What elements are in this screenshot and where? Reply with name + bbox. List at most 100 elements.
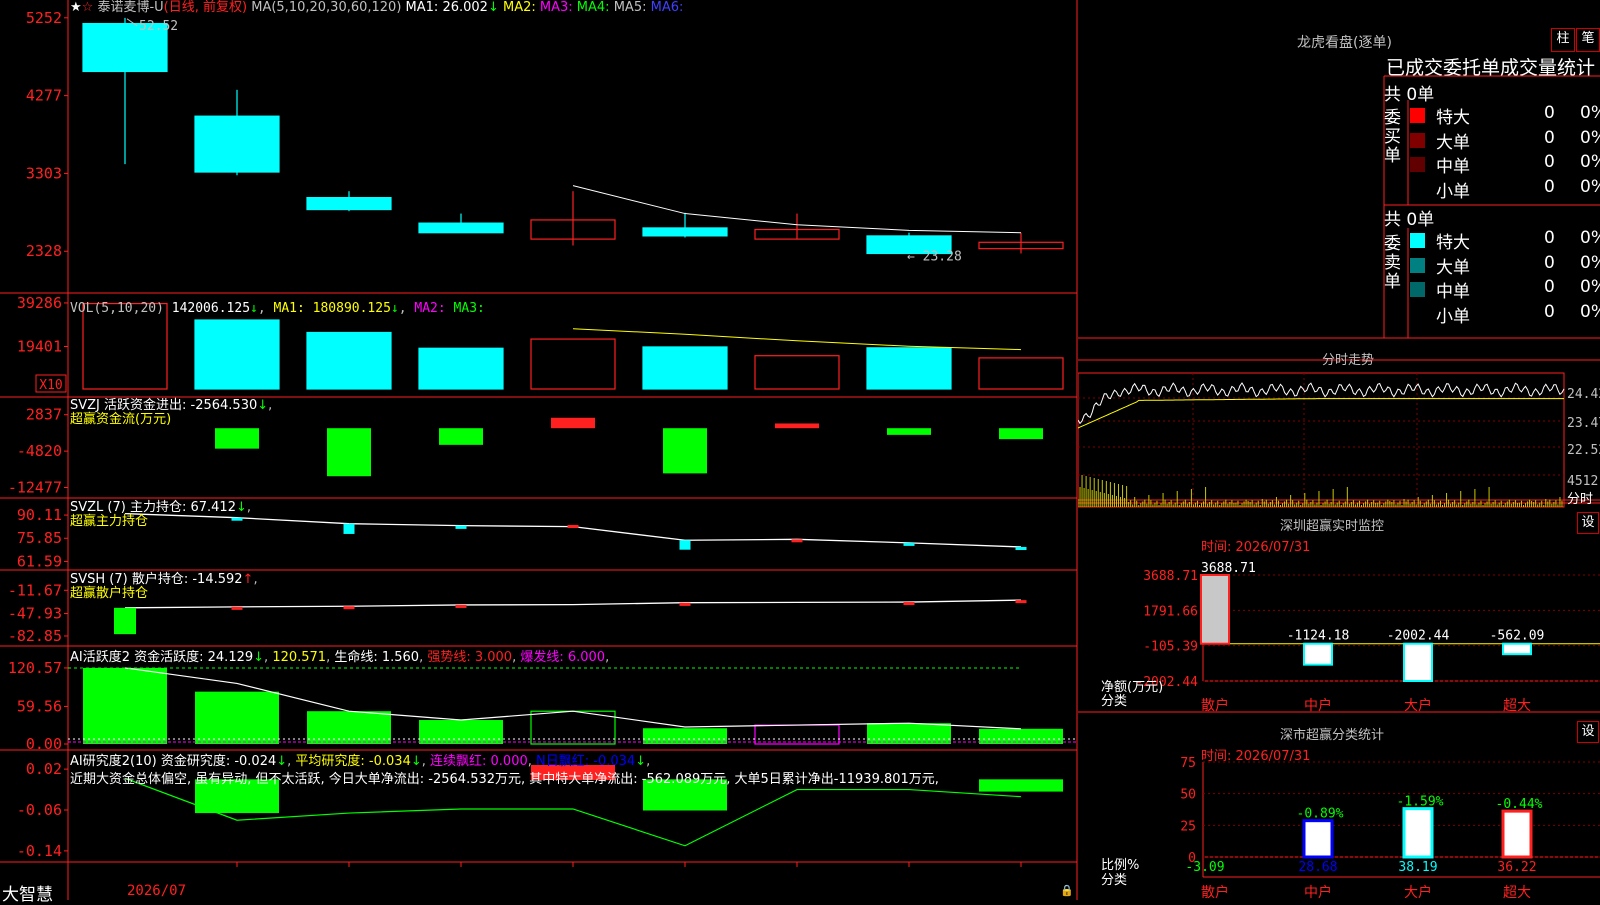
- monitor-ylabel: 净额(万元) 分类: [1101, 681, 1163, 709]
- flow-bar[interactable]: [663, 428, 707, 474]
- flow-bar[interactable]: [215, 428, 259, 449]
- flow-bar[interactable]: [999, 428, 1043, 440]
- activity-bar[interactable]: [195, 691, 279, 744]
- y-tick-label: -11.67: [8, 581, 62, 599]
- volume-bar[interactable]: [306, 331, 392, 390]
- y-tick-label: -12477: [8, 479, 62, 497]
- monitor-settings-button[interactable]: 设: [1577, 512, 1599, 534]
- volume-bar[interactable]: [978, 357, 1064, 390]
- monitor-value-label: 3688.71: [1201, 561, 1256, 576]
- monitor-bar[interactable]: [1502, 642, 1532, 656]
- monitor-bar[interactable]: [1303, 642, 1333, 666]
- y-tick-label: 5252: [26, 9, 62, 27]
- svzj-label: SVZJ 活跃资金进出: -2564.530: [70, 398, 258, 413]
- holding-marker[interactable]: [1015, 600, 1027, 604]
- candle-body[interactable]: [194, 115, 280, 173]
- order-size-label: 小单: [1436, 306, 1470, 327]
- order-count: 0: [1544, 152, 1555, 172]
- candle-body[interactable]: [642, 227, 728, 237]
- classify-category-label: 超大: [1503, 885, 1531, 900]
- candle-body[interactable]: [306, 196, 392, 211]
- volume-bar[interactable]: [194, 319, 280, 390]
- brand-label[interactable]: 大智慧: [2, 880, 53, 905]
- buy-side-label: 委 买 单: [1384, 109, 1404, 166]
- svzl-sub: 超赢主力持仓: [70, 514, 149, 529]
- y-tick-label: 59.56: [17, 697, 62, 715]
- monitor-bar[interactable]: [1200, 574, 1230, 645]
- sell-side-char: 单: [1384, 272, 1401, 292]
- order-row: 大单 0 0%: [1384, 128, 1600, 153]
- flow-bar[interactable]: [439, 428, 483, 445]
- flow-bar[interactable]: [551, 417, 595, 429]
- candle-body[interactable]: [418, 222, 504, 234]
- buy-total: 共 0单: [1384, 85, 1435, 105]
- volume-scale-label: X10: [39, 378, 62, 393]
- classify-settings-button[interactable]: 设: [1577, 721, 1599, 743]
- order-color-swatch: [1410, 181, 1425, 197]
- holding-marker[interactable]: [679, 602, 691, 606]
- volume-bar[interactable]: [866, 347, 952, 390]
- holding-marker[interactable]: [455, 604, 467, 608]
- ai-research-lianxu: 连续飘红: 0.000: [430, 754, 528, 769]
- intraday-chart: 24.42 23.47 22.52 4512 分时: [1078, 372, 1600, 508]
- volume-bar[interactable]: [418, 347, 504, 390]
- intraday-avg-line: [1078, 398, 1564, 429]
- ai-research-n-arrow: ↓: [635, 754, 647, 769]
- research-bar[interactable]: [979, 779, 1063, 792]
- holding-marker[interactable]: [455, 525, 467, 529]
- intraday-price-line: [1078, 382, 1565, 425]
- activity-bar[interactable]: [83, 667, 167, 744]
- order-size-label: 大单: [1436, 132, 1470, 153]
- activity-bar[interactable]: [754, 724, 840, 745]
- ma1-value: MA1: 26.002: [405, 0, 488, 15]
- star-icon-red[interactable]: ☆: [82, 0, 94, 15]
- volume-bar[interactable]: [754, 355, 840, 390]
- monitor-bar[interactable]: [1403, 642, 1433, 682]
- order-size-label: 小单: [1436, 181, 1470, 202]
- star-icon[interactable]: ★: [70, 0, 82, 15]
- monitor-ylabel-1: 净额(万元): [1101, 680, 1164, 695]
- volume-bar[interactable]: [642, 346, 728, 390]
- svzl-header: SVZL (7) 主力持仓: 67.412↓, 超赢主力持仓: [70, 500, 252, 529]
- monitor-category-label: 散户: [1201, 697, 1229, 714]
- volume-bar[interactable]: [82, 302, 168, 390]
- y-tick-label: 120.57: [8, 659, 62, 677]
- holding-marker[interactable]: [903, 602, 915, 606]
- order-color-swatch: [1410, 306, 1425, 322]
- sell-side-char: 委: [1384, 234, 1401, 254]
- holding-marker[interactable]: [343, 606, 355, 610]
- holding-marker[interactable]: [791, 539, 803, 543]
- order-row: 特大 0 0%: [1384, 228, 1600, 253]
- flow-bar[interactable]: [887, 428, 931, 435]
- order-count: 0: [1544, 228, 1555, 248]
- order-percent: 0%: [1580, 301, 1600, 322]
- classify-ylabel-2: 分类: [1101, 873, 1128, 888]
- holding-marker[interactable]: [903, 542, 915, 546]
- y-tick-label: 75.85: [17, 529, 62, 547]
- flow-bar[interactable]: [327, 428, 371, 477]
- holding-marker[interactable]: [1015, 546, 1027, 551]
- ma5-label: MA5:: [613, 0, 647, 15]
- monitor-y-tick: 3688.71: [1143, 569, 1198, 584]
- volume-bar[interactable]: [530, 338, 616, 390]
- holding-marker[interactable]: [231, 606, 243, 610]
- classify-bar[interactable]: [1302, 819, 1334, 859]
- holding-marker[interactable]: [679, 540, 691, 550]
- order-color-swatch: [1410, 132, 1425, 148]
- monitor-chart: 3688.71 1791.66 -105.39 -2002.44 3688.71 散户 -1…: [1135, 561, 1600, 714]
- holding-marker[interactable]: [114, 607, 136, 635]
- activity-bar[interactable]: [419, 720, 503, 744]
- order-count: 0: [1544, 277, 1555, 297]
- activity-bar[interactable]: [867, 723, 951, 744]
- classify-bar[interactable]: [1402, 807, 1434, 859]
- lock-icon[interactable]: 🔒: [1060, 884, 1074, 897]
- vol-arrow: ↓: [250, 301, 258, 316]
- y-tick-label: 2837: [26, 406, 62, 424]
- holding-marker[interactable]: [567, 525, 579, 528]
- flow-bar[interactable]: [775, 423, 819, 429]
- holding-marker[interactable]: [343, 523, 355, 534]
- intraday-axis-label: 23.47: [1567, 416, 1600, 431]
- classify-top-label: -1.59%: [1397, 795, 1444, 810]
- classify-bar[interactable]: [1501, 809, 1533, 859]
- ma2-label: MA2:: [502, 0, 536, 15]
